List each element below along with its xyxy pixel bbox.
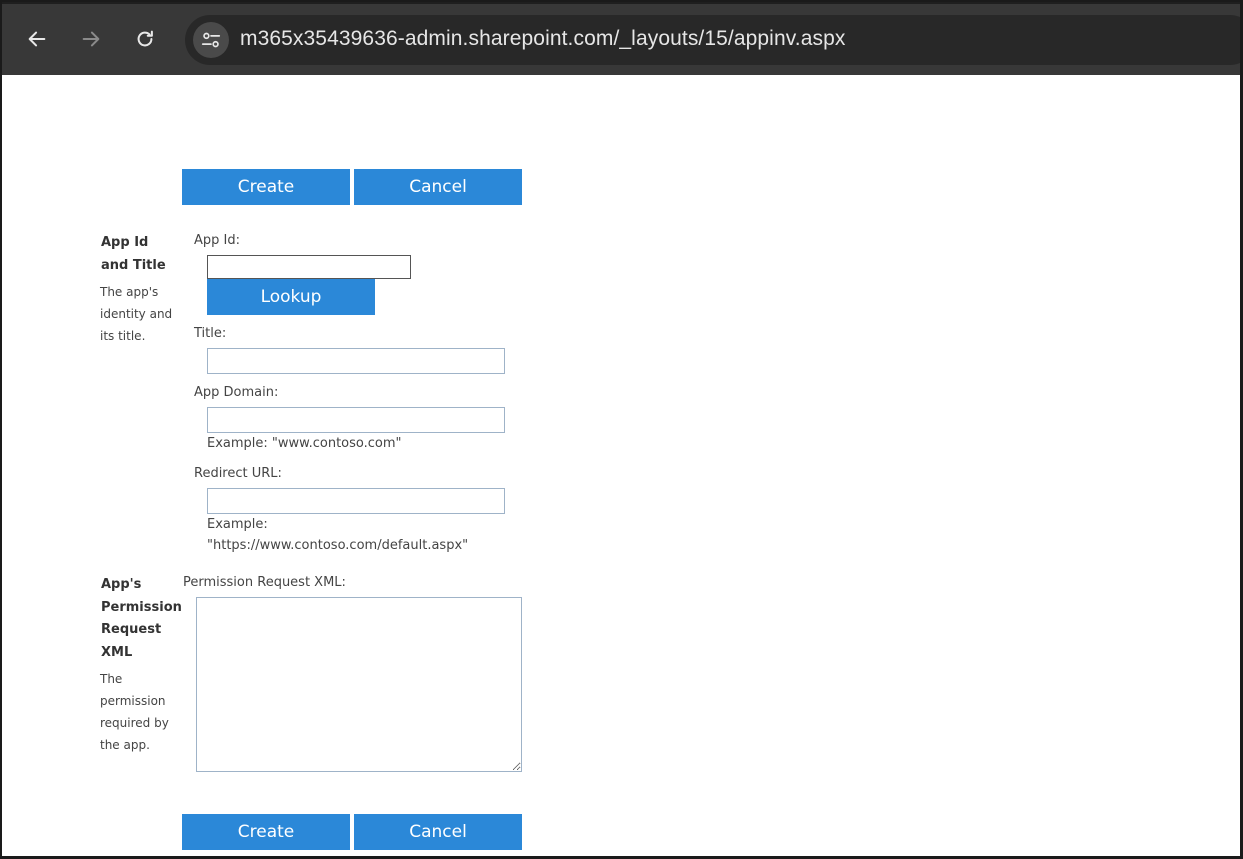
create-button-top[interactable]: Create <box>182 169 350 205</box>
app-domain-example: Example: "www.contoso.com" <box>207 436 402 451</box>
section-title-permission-xml: App's Permission Request XML <box>101 577 182 660</box>
title-input[interactable] <box>207 348 505 374</box>
permission-xml-textarea[interactable] <box>196 597 522 772</box>
permission-xml-label: Permission Request XML: <box>183 575 346 590</box>
tune-icon <box>201 32 221 48</box>
address-bar[interactable]: m365x35439636-admin.sharepoint.com/_layo… <box>185 15 1243 65</box>
lookup-button[interactable]: Lookup <box>207 279 375 315</box>
create-button-bottom[interactable]: Create <box>182 814 350 850</box>
section-description-permission-xml: The permission required by the app. <box>100 672 169 752</box>
app-domain-label: App Domain: <box>194 385 279 400</box>
forward-arrow-icon <box>82 31 100 47</box>
title-label: Title: <box>194 326 227 341</box>
browser-toolbar: m365x35439636-admin.sharepoint.com/_layo… <box>0 0 1243 75</box>
back-arrow-icon <box>28 31 46 47</box>
section-title-app-id: App Id and Title <box>101 235 166 273</box>
window-frame <box>0 0 1243 859</box>
reload-icon <box>137 30 153 47</box>
redirect-url-input[interactable] <box>207 488 505 514</box>
redirect-url-example: Example: "https://www.contoso.com/defaul… <box>207 517 469 553</box>
site-info-button[interactable] <box>193 22 229 58</box>
forward-button[interactable] <box>73 21 109 57</box>
reload-button[interactable] <box>127 21 163 57</box>
url-text[interactable]: m365x35439636-admin.sharepoint.com/_layo… <box>240 27 845 51</box>
cancel-button-bottom[interactable]: Cancel <box>354 814 522 850</box>
section-description-app-id: The app's identity and its title. <box>100 285 173 343</box>
redirect-url-label: Redirect URL: <box>194 466 282 481</box>
app-id-input[interactable] <box>207 255 411 279</box>
app-id-label: App Id: <box>194 233 240 248</box>
app-domain-input[interactable] <box>207 407 505 433</box>
cancel-button-top[interactable]: Cancel <box>354 169 522 205</box>
back-button[interactable] <box>19 21 55 57</box>
